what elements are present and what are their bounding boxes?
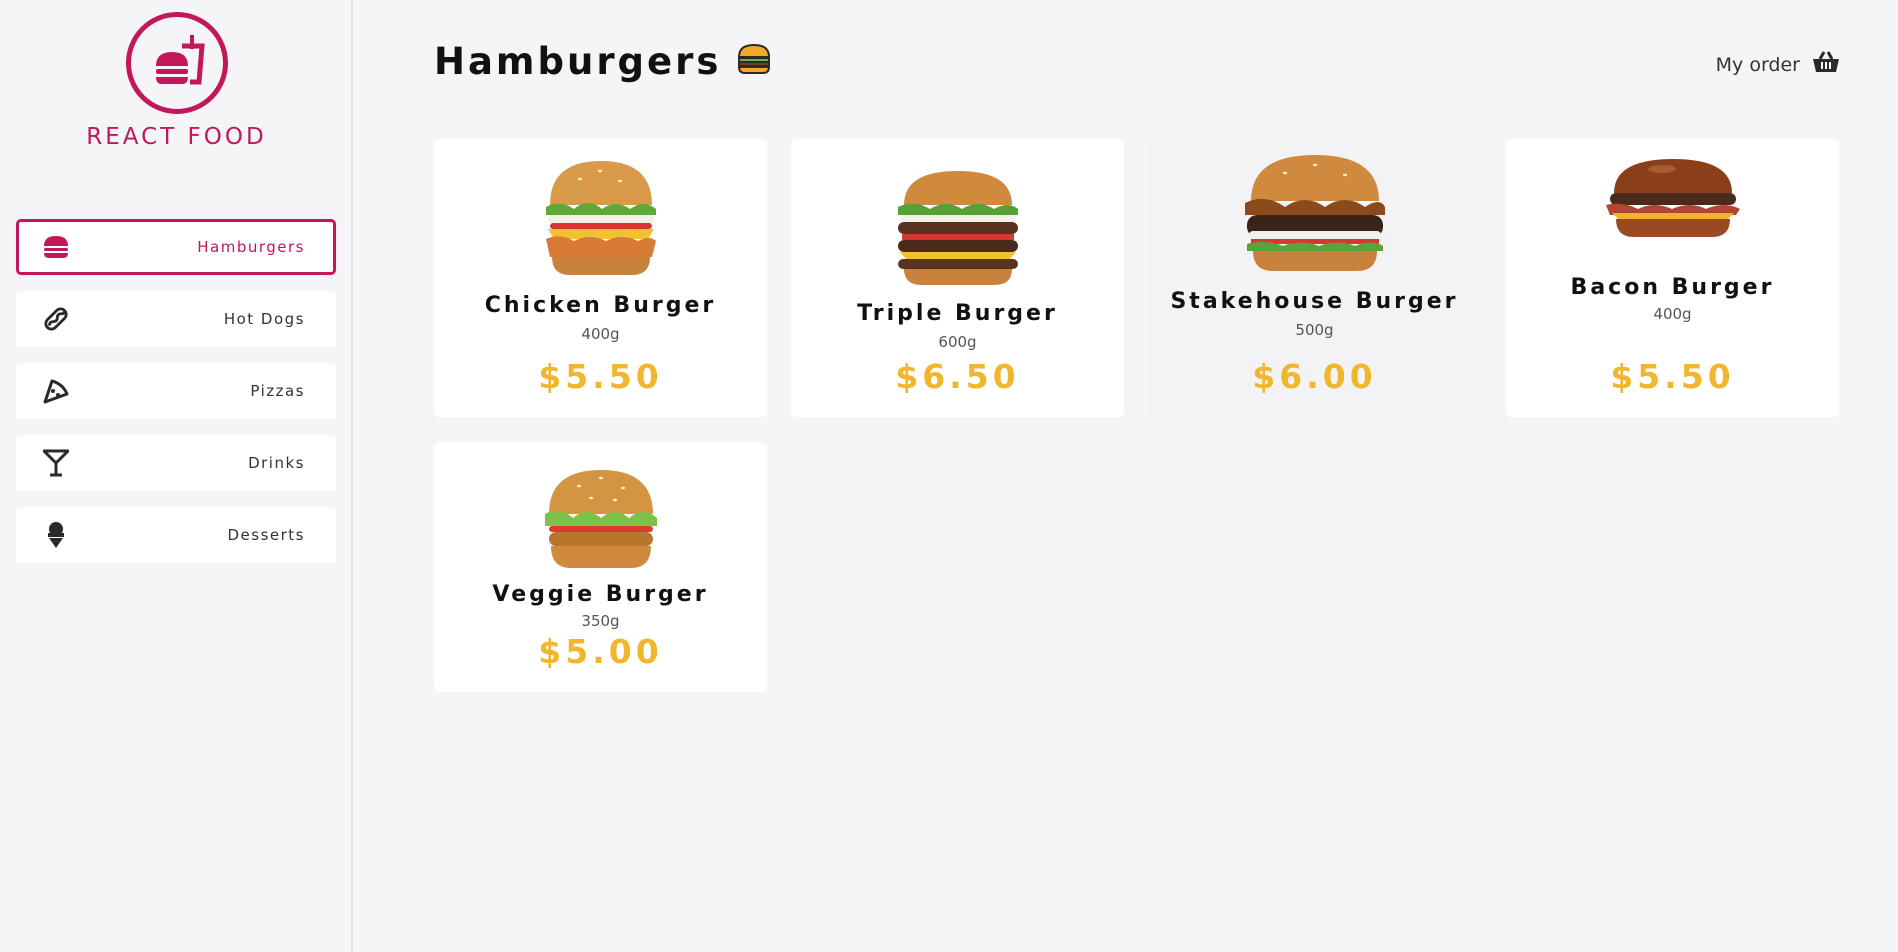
sidebar-item-desserts[interactable]: Desserts [16, 507, 336, 563]
page-title: Hamburgers [434, 40, 771, 83]
product-name: Chicken Burger [484, 293, 717, 318]
product-price: $6.00 [1252, 357, 1377, 396]
stakehouse-burger-image [1244, 155, 1385, 271]
product-card-bacon-burger[interactable]: Bacon Burger 400g $5.50 [1506, 139, 1839, 417]
triple-burger-image [897, 171, 1018, 285]
product-weight: 400g [1653, 305, 1692, 323]
product-name: Veggie Burger [492, 582, 709, 607]
page-title-text: Hamburgers [434, 40, 722, 83]
hotdog-icon [43, 306, 69, 332]
sidebar-item-hot-dogs[interactable]: Hot Dogs [16, 291, 336, 347]
product-card-veggie-burger[interactable]: Veggie Burger 350g $5.00 [434, 442, 767, 692]
product-price: $5.00 [538, 632, 663, 671]
sidebar-item-drinks[interactable]: Drinks [16, 435, 336, 491]
product-card-stakehouse-burger[interactable]: Stakehouse Burger 500g $6.00 [1148, 139, 1481, 417]
category-nav: Hamburgers Hot Dogs Pizzas Drinks Desser… [16, 219, 336, 579]
main-content: Hamburgers My order Chicken Burger 400g … [434, 0, 1840, 952]
product-price: $5.50 [1610, 357, 1735, 396]
product-name: Bacon Burger [1570, 275, 1775, 300]
sidebar-item-label: Hot Dogs [223, 310, 305, 328]
pizza-icon [43, 378, 69, 404]
sidebar-item-label: Drinks [248, 454, 305, 472]
sidebar-item-hamburgers[interactable]: Hamburgers [16, 219, 336, 275]
bacon-burger-image [1605, 159, 1740, 237]
product-weight: 500g [1295, 321, 1334, 339]
sidebar: REACT FOOD Hamburgers Hot Dogs Pizzas Dr… [0, 0, 353, 952]
food-logo-icon [125, 12, 228, 114]
product-name: Triple Burger [857, 301, 1058, 326]
logo[interactable]: REACT FOOD [0, 12, 353, 150]
product-price: $6.50 [895, 357, 1020, 396]
basket-icon [1812, 50, 1840, 79]
product-weight: 350g [581, 612, 620, 630]
ice-cream-icon [43, 522, 69, 548]
sidebar-item-label: Pizzas [250, 382, 305, 400]
product-card-triple-burger[interactable]: Triple Burger 600g $6.50 [791, 139, 1124, 417]
product-price: $5.50 [538, 357, 663, 396]
brand-title: REACT FOOD [86, 124, 267, 150]
product-weight: 600g [938, 333, 977, 351]
product-name: Stakehouse Burger [1170, 289, 1459, 314]
sidebar-item-pizzas[interactable]: Pizzas [16, 363, 336, 419]
my-order-label: My order [1715, 53, 1800, 76]
my-order-button[interactable]: My order [1716, 50, 1840, 79]
sidebar-item-label: Desserts [227, 526, 305, 544]
veggie-burger-image [544, 470, 657, 568]
cocktail-icon [43, 449, 69, 477]
product-card-chicken-burger[interactable]: Chicken Burger 400g $5.50 [434, 139, 767, 417]
product-weight: 400g [581, 325, 620, 343]
burger-emoji-icon [737, 40, 771, 83]
chicken-burger-image [545, 161, 656, 275]
sidebar-item-label: Hamburgers [197, 238, 305, 256]
burger-icon [43, 234, 69, 260]
